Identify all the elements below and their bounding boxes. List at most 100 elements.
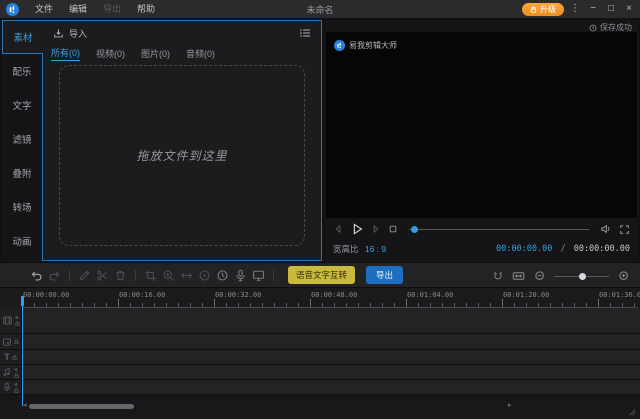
ruler-label: 00:00:32.00 — [215, 291, 261, 299]
speech-to-text-button[interactable]: 语音文字互转 — [288, 266, 355, 284]
track-lane-voiceover — [22, 380, 640, 394]
fullscreen-button[interactable] — [619, 224, 630, 235]
speaker-toggle-icon[interactable] — [14, 367, 19, 372]
volume-button[interactable] — [600, 223, 612, 235]
sidebar-item-transition[interactable]: 转场 — [2, 190, 42, 224]
timeline-ruler[interactable]: 00:00:00.00 00:00:16.00 00:00:32.00 00:0… — [0, 288, 640, 308]
screen-record-button[interactable] — [252, 269, 265, 282]
ruler-tick — [598, 299, 599, 307]
fit-timeline-button[interactable] — [512, 270, 525, 283]
progress-handle[interactable] — [411, 226, 418, 233]
watermark: 易我剪辑大师 — [334, 40, 397, 51]
edit-button[interactable] — [78, 269, 91, 282]
lock-toggle-icon[interactable] — [14, 339, 19, 344]
playhead-handle[interactable] — [21, 296, 24, 306]
play-button[interactable] — [350, 222, 364, 236]
track-header-overlay — [0, 334, 22, 349]
pencil-icon — [78, 269, 91, 282]
close-button[interactable]: × — [622, 0, 636, 18]
speaker-toggle-icon[interactable] — [15, 315, 20, 320]
tab-all[interactable]: 所有(0) — [51, 46, 80, 61]
track-row-video — [0, 308, 640, 334]
menu-export: 导出 — [95, 0, 129, 18]
lock-toggle-icon[interactable] — [14, 388, 19, 393]
dropzone-text: 拖放文件到这里 — [136, 147, 227, 164]
undo-button[interactable] — [30, 269, 43, 282]
trash-icon — [114, 269, 127, 282]
magnet-button[interactable] — [491, 270, 504, 283]
export-button[interactable]: 导出 — [366, 266, 403, 284]
h-scrollbar-thumb[interactable] — [29, 404, 134, 409]
media-tabs: 所有(0) 视频(0) 图片(0) 音频(0) — [43, 45, 321, 61]
lock-toggle-icon[interactable] — [12, 355, 17, 360]
delete-button[interactable] — [114, 269, 127, 282]
cut-button[interactable] — [96, 269, 109, 282]
window-menu-button[interactable]: ⋮ — [568, 0, 582, 18]
sidebar-item-animation[interactable]: 动画 — [2, 224, 42, 258]
menu-file[interactable]: 文件 — [27, 0, 61, 18]
import-button[interactable]: 导入 — [53, 27, 87, 40]
ruler-label: 00:01:36.00 — [599, 291, 640, 299]
tab-audio[interactable]: 音频(0) — [186, 47, 215, 60]
aspect-ratio-label: 宽高比 — [333, 244, 359, 254]
music-note-icon — [2, 367, 12, 377]
ruler-tick — [502, 299, 503, 307]
track-lane-music — [22, 365, 640, 379]
sidebar-item-music[interactable]: 配乐 — [2, 54, 42, 88]
timeline-zoom-slider[interactable] — [554, 272, 609, 281]
aspect-ratio-value[interactable]: 16 : 9 — [365, 244, 386, 254]
menu-help[interactable]: 帮助 — [129, 0, 163, 18]
stop-button[interactable] — [388, 224, 398, 234]
zoom-slider-handle[interactable] — [579, 273, 586, 280]
motion-button[interactable] — [180, 269, 193, 282]
track-row-text: T — [0, 350, 640, 365]
track-row-music — [0, 365, 640, 380]
menu-edit[interactable]: 编辑 — [61, 0, 95, 18]
zoom-in-button[interactable] — [617, 270, 630, 283]
snapshot-button[interactable] — [198, 269, 211, 282]
track-lane-text — [22, 350, 640, 364]
track-lane-video — [22, 308, 640, 333]
ruler-tick — [406, 299, 407, 307]
lock-toggle-icon[interactable] — [15, 321, 20, 326]
sidebar-item-media[interactable]: 素材 — [2, 20, 43, 54]
next-frame-button[interactable] — [371, 224, 381, 234]
zoom-in-icon — [618, 270, 630, 282]
maximize-button[interactable]: □ — [604, 0, 618, 18]
speaker-icon — [600, 223, 612, 235]
voiceover-button[interactable] — [234, 269, 247, 282]
track-row-voiceover — [0, 380, 640, 395]
film-icon — [2, 315, 13, 326]
track-header-video — [0, 308, 22, 333]
magnifier-plus-icon — [162, 269, 175, 282]
scroll-left-arrow[interactable]: ◂ — [23, 401, 27, 411]
lock-toggle-icon[interactable] — [14, 373, 19, 378]
list-icon — [299, 27, 311, 39]
crop-button[interactable] — [144, 269, 157, 282]
prev-frame-button[interactable] — [333, 224, 343, 234]
lock-icon — [530, 6, 537, 13]
speaker-toggle-icon[interactable] — [14, 382, 19, 387]
tab-video[interactable]: 视频(0) — [96, 47, 125, 60]
upgrade-button[interactable]: 升级 — [522, 3, 564, 16]
scroll-right-arrow[interactable]: ▸ — [508, 401, 512, 411]
playhead[interactable] — [22, 296, 23, 406]
tab-image[interactable]: 图片(0) — [141, 47, 170, 60]
progress-slider[interactable] — [409, 226, 589, 233]
track-lane-overlay — [22, 334, 640, 349]
duration-button[interactable] — [216, 269, 229, 282]
dropzone[interactable]: 拖放文件到这里 — [59, 65, 305, 246]
shutter-icon — [198, 269, 211, 282]
toolbar-divider — [69, 270, 70, 281]
track-header-voiceover — [0, 380, 22, 394]
list-view-button[interactable] — [299, 27, 311, 39]
zoom-out-button[interactable] — [533, 270, 546, 283]
sidebar-item-overlay[interactable]: 叠附 — [2, 156, 42, 190]
resize-grip-icon[interactable] — [627, 407, 637, 417]
sidebar-item-filter[interactable]: 滤镜 — [2, 122, 42, 156]
zoom-button[interactable] — [162, 269, 175, 282]
timeline: 00:00:00.00 00:00:16.00 00:00:32.00 00:0… — [0, 288, 640, 419]
redo-button[interactable] — [48, 269, 61, 282]
minimize-button[interactable]: − — [586, 0, 600, 18]
sidebar-item-text[interactable]: 文字 — [2, 88, 42, 122]
